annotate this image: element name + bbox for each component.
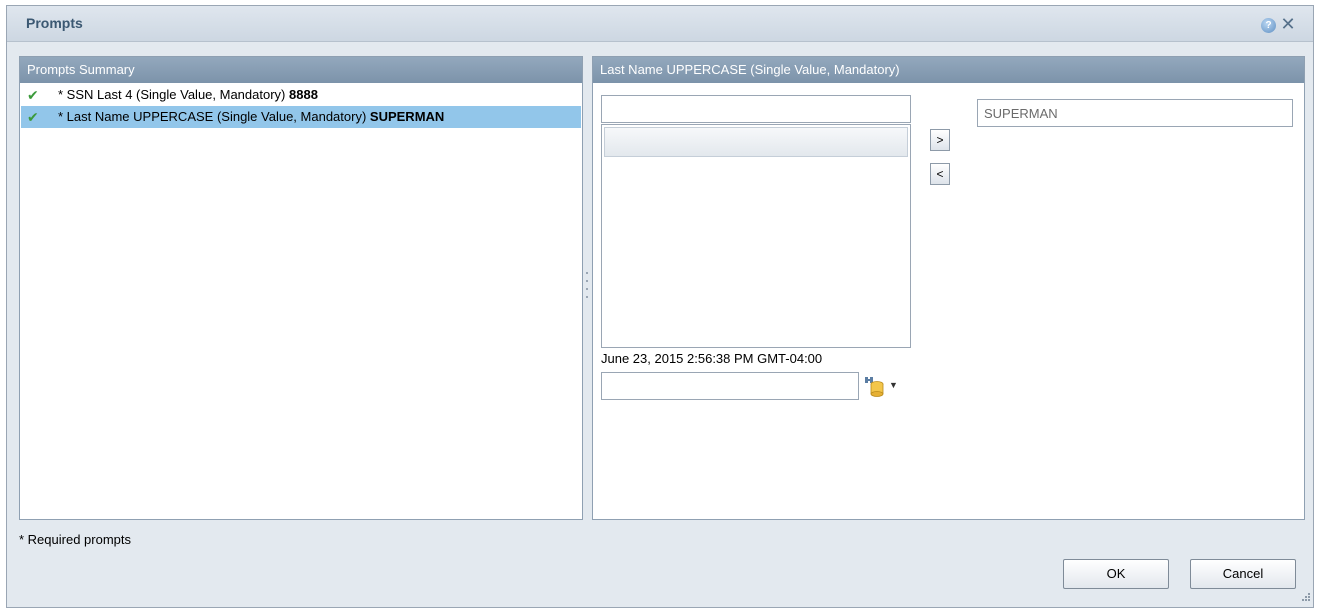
required-prompts-note: * Required prompts [19,532,131,547]
prompt-detail-panel: Last Name UPPERCASE (Single Value, Manda… [592,56,1305,520]
ok-button[interactable]: OK [1063,559,1169,589]
dialog-titlebar[interactable]: Prompts ? ✕ [7,6,1313,42]
help-icon[interactable]: ? [1261,18,1276,33]
resize-grip-icon[interactable] [1299,592,1311,604]
prompt-item-last-name[interactable]: ✔ * Last Name UPPERCASE (Single Value, M… [21,106,581,128]
close-icon[interactable]: ✕ [1280,14,1296,34]
prompt-item-label: * SSN Last 4 (Single Value, Mandatory) [58,87,289,102]
prompts-summary-header: Prompts Summary [20,57,582,83]
prompt-detail-header: Last Name UPPERCASE (Single Value, Manda… [593,57,1304,83]
refresh-timestamp: June 23, 2015 2:56:38 PM GMT-04:00 [601,351,823,366]
panel-splitter[interactable] [585,266,589,306]
check-icon: ✔ [27,109,39,125]
dialog-title: Prompts [26,15,83,31]
prompt-item-value: SUPERMAN [369,109,445,124]
value-search-input[interactable] [601,95,911,123]
database-binoculars-icon[interactable] [864,375,884,397]
add-value-button[interactable]: > [930,129,950,151]
selected-value-field[interactable]: SUPERMAN [977,99,1293,127]
remove-value-button[interactable]: < [930,163,950,185]
cancel-button[interactable]: Cancel [1190,559,1296,589]
prompt-item-value: 8888 [289,87,318,102]
chevron-down-icon[interactable]: ▼ [889,380,898,390]
prompts-summary-panel: Prompts Summary ✔ * SSN Last 4 (Single V… [19,56,583,520]
list-item[interactable] [604,127,908,157]
date-input[interactable] [601,372,859,400]
prompt-item-label: * Last Name UPPERCASE (Single Value, Man… [58,109,370,124]
available-values-list[interactable] [601,124,911,348]
prompt-item-ssn[interactable]: ✔ * SSN Last 4 (Single Value, Mandatory)… [21,84,581,106]
prompts-dialog: Prompts ? ✕ Prompts Summary ✔ * SSN Last… [6,5,1314,608]
check-icon: ✔ [27,87,39,103]
